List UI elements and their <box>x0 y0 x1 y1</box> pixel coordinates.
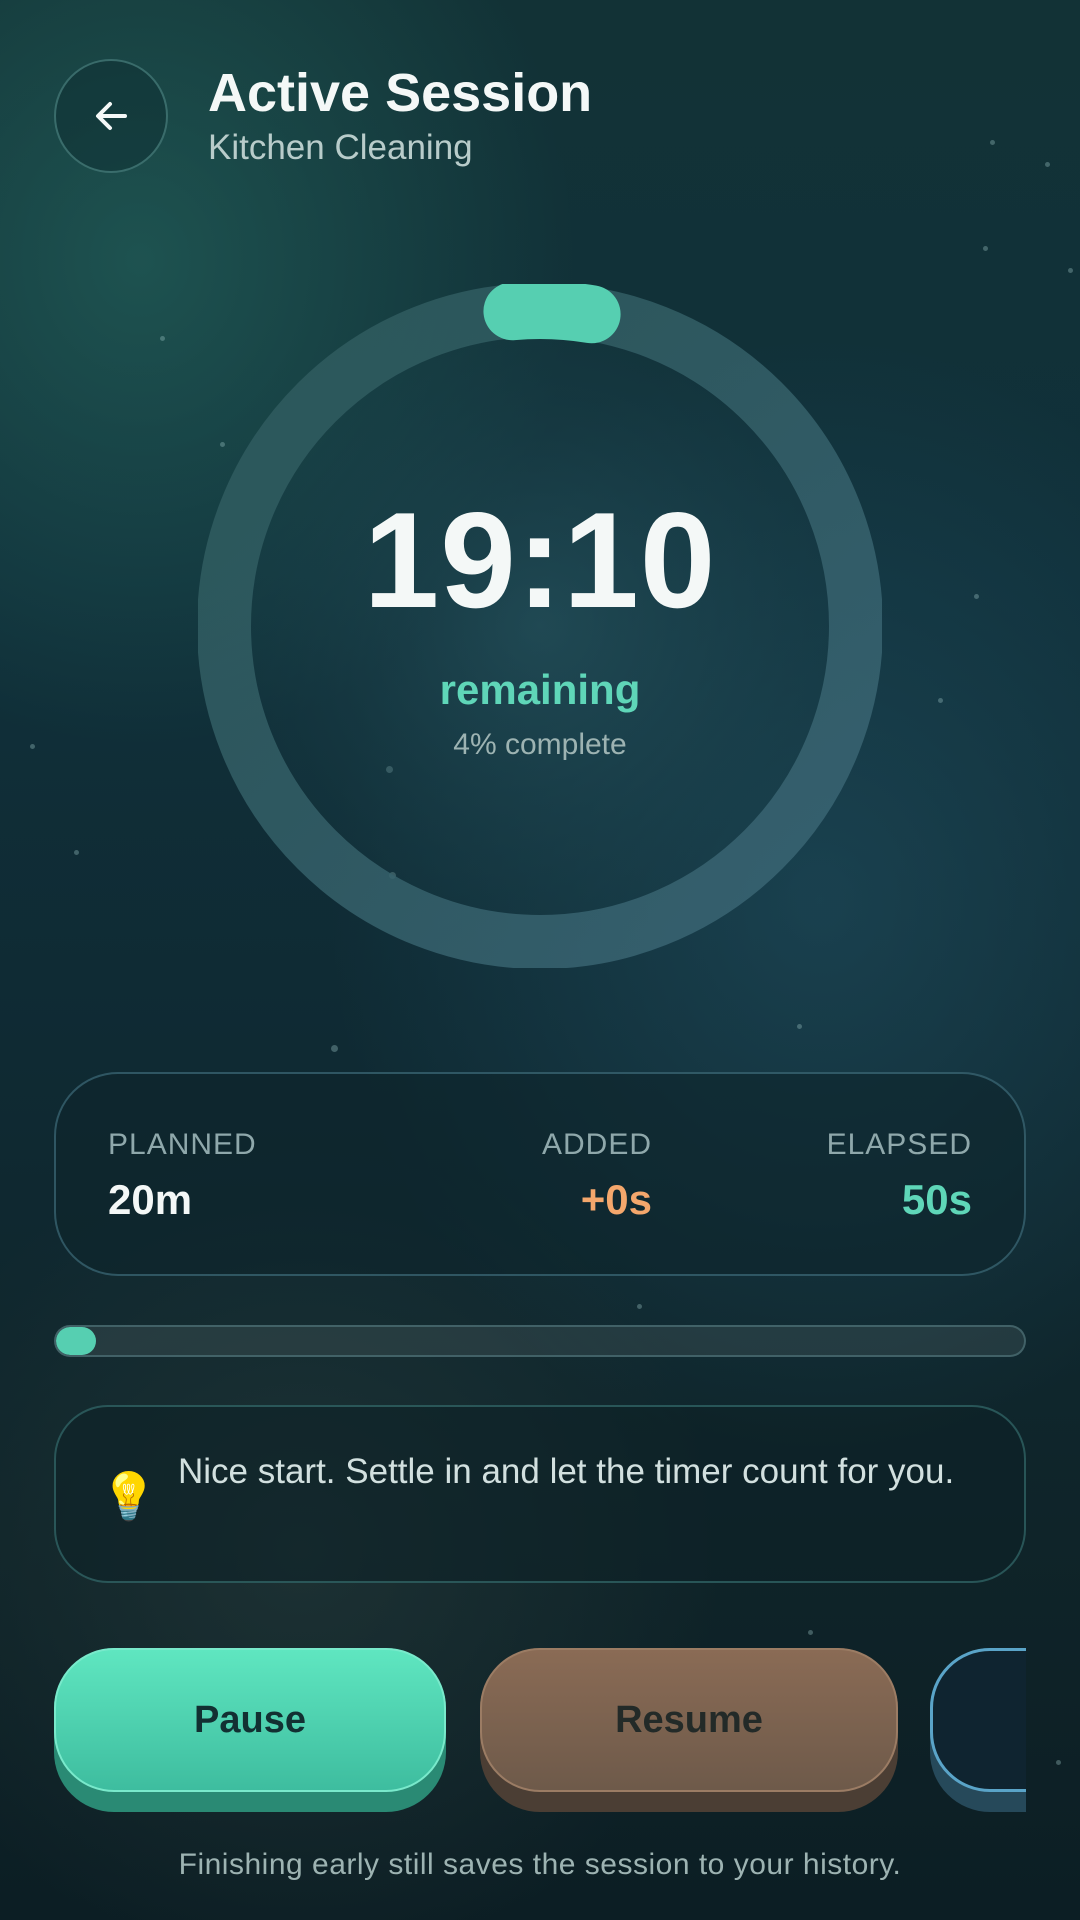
tip-text: Nice start. Settle in and let the timer … <box>178 1452 955 1491</box>
resume-button[interactable]: Resume <box>480 1648 898 1812</box>
stat-added-label: ADDED <box>541 1128 652 1161</box>
stat-added: ADDED +0s <box>492 1128 652 1224</box>
time-remaining: 19:10 <box>363 484 717 636</box>
stat-elapsed-value: 50s <box>901 1176 972 1223</box>
background-star <box>1068 268 1073 273</box>
pause-button[interactable]: Pause <box>54 1648 446 1812</box>
background-star <box>160 336 165 341</box>
background-star <box>637 1304 642 1309</box>
session-progress-bar <box>54 1325 1026 1357</box>
progress-bar-fill <box>56 1327 96 1355</box>
page-title: Active Session <box>208 63 593 124</box>
third-action-button[interactable] <box>930 1648 1026 1812</box>
stat-added-value: +0s <box>580 1176 652 1223</box>
background-star <box>74 850 79 855</box>
background-star <box>938 698 943 703</box>
background-star <box>1056 1760 1061 1765</box>
arrow-left-icon <box>96 102 127 130</box>
pause-button-label: Pause <box>54 1648 446 1792</box>
background-star <box>331 1045 338 1052</box>
background-star <box>797 1024 802 1029</box>
resume-button-label: Resume <box>480 1648 898 1792</box>
offscreen-button-clip <box>930 1648 1026 1812</box>
background-star <box>808 1630 813 1635</box>
stat-planned-value: 20m <box>108 1176 193 1223</box>
percent-complete: 4% complete <box>453 728 627 761</box>
stat-planned: PLANNED 20m <box>108 1128 257 1224</box>
session-stats-card: PLANNED 20m ADDED +0s ELAPSED 50s <box>54 1072 1026 1276</box>
footer-note: Finishing early still saves the session … <box>178 1848 902 1881</box>
background-star <box>974 594 979 599</box>
stat-elapsed: ELAPSED 50s <box>827 1128 972 1224</box>
stat-planned-label: PLANNED <box>108 1128 257 1161</box>
session-name: Kitchen Cleaning <box>208 127 473 167</box>
timer-ring: 19:10 remaining 4% complete <box>198 284 882 968</box>
timer-readout: 19:10 remaining 4% complete <box>198 284 882 968</box>
back-button[interactable] <box>54 59 168 173</box>
stat-elapsed-label: ELAPSED <box>826 1128 972 1161</box>
remaining-label: remaining <box>439 666 641 713</box>
lightbulb-icon: 💡 <box>100 1470 158 1522</box>
tip-card: 💡 Nice start. Settle in and let the time… <box>54 1405 1026 1583</box>
background-star <box>990 140 995 145</box>
header-titles: Active Session Kitchen Cleaning <box>208 63 593 167</box>
background-star <box>1045 162 1050 167</box>
background-star <box>30 744 35 749</box>
header: Active Session Kitchen Cleaning <box>54 58 592 174</box>
background-star <box>983 246 988 251</box>
